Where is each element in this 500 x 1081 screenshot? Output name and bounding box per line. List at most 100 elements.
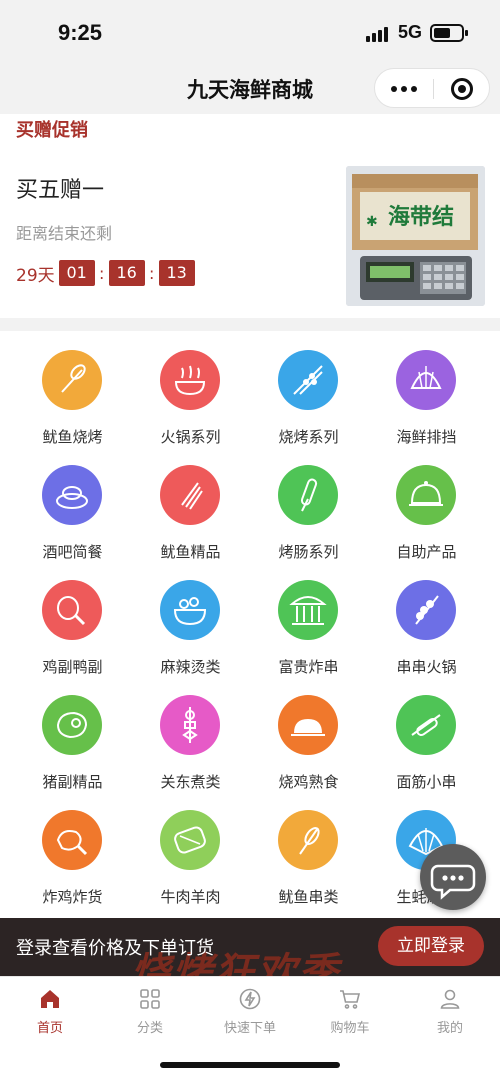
category-label: 关东煮类 [160, 773, 221, 791]
category-label: 面筋小串 [396, 773, 457, 791]
category-label: 烧烤系列 [278, 428, 339, 446]
capsule-divider [433, 79, 434, 99]
squid-skewer-icon [42, 350, 102, 410]
status-time: 9:25 [58, 20, 103, 45]
category-label: 酒吧简餐 [42, 543, 103, 561]
hotpot-icon [160, 350, 220, 410]
category-label: 牛肉羊肉 [160, 888, 221, 906]
promo-card[interactable]: 买赠促销 买五赠一 距离结束还剩 29天 01 : 16 : 13 ✱ 海带结 [0, 114, 500, 318]
countdown-days: 29天 [16, 265, 55, 286]
category-item[interactable]: 串串火锅 [364, 561, 489, 676]
more-icon[interactable] [375, 69, 433, 109]
tab-label: 我的 [436, 1021, 463, 1036]
meat-icon [42, 695, 102, 755]
category-item[interactable]: 自助产品 [364, 446, 489, 561]
chat-bubble-icon[interactable] [420, 844, 486, 910]
tab-cart[interactable]: 购物车 [300, 985, 400, 1045]
category-item[interactable]: 烧鸡熟食 [246, 676, 371, 791]
countdown-separator: : [148, 263, 155, 283]
category-item[interactable]: 海鲜排挡 [364, 331, 489, 446]
category-label: 炸鸡炸货 [42, 888, 103, 906]
category-item[interactable]: 炸鸡炸货 [10, 791, 135, 906]
battery-icon [430, 24, 468, 42]
category-item[interactable]: 烤肠系列 [246, 446, 371, 561]
nav-bar: 九天海鲜商城 [0, 62, 500, 114]
category-label: 鸡副鸭副 [42, 658, 103, 676]
tab-quick-order[interactable]: 快速下单 [200, 985, 300, 1045]
promo-image-text: 海带结 [388, 204, 454, 230]
category-grid: 鱿鱼烧烤 火锅系列 烧烤系列 海鲜排挡酒吧简餐 鱿鱼精品 烤肠系列 自助产品鸡副鸭副 麻辣烫类… [0, 331, 500, 921]
category-label: 自助产品 [396, 543, 457, 561]
login-button[interactable]: 立即登录 [378, 926, 484, 966]
lightning-icon [239, 988, 261, 1010]
category-label: 猪副精品 [42, 773, 103, 791]
tab-category[interactable]: 分类 [100, 985, 200, 1045]
meat-roll-icon [160, 810, 220, 870]
category-label: 鱿鱼精品 [160, 543, 221, 561]
snack-plate-icon [42, 465, 102, 525]
status-bar: 9:25 5G [0, 0, 500, 62]
squid-kebab-icon [278, 810, 338, 870]
category-item[interactable]: 鱿鱼烧烤 [10, 331, 135, 446]
category-item[interactable]: 猪副精品 [10, 676, 135, 791]
login-prompt: 登录查看价格及下单订货 [16, 938, 214, 959]
home-indicator [160, 1062, 340, 1068]
category-item[interactable]: 鱿鱼串类 [246, 791, 371, 906]
squid-icon [160, 465, 220, 525]
user-icon [440, 989, 460, 1009]
category-item[interactable]: 富贵炸串 [246, 561, 371, 676]
home-icon [41, 990, 59, 1008]
mini-program-capsule [374, 68, 490, 108]
drumstick-icon [42, 580, 102, 640]
category-item[interactable]: 鱿鱼精品 [128, 446, 253, 561]
category-label: 串串火锅 [396, 658, 457, 676]
countdown-hours: 01 [58, 260, 95, 286]
tab-profile[interactable]: 我的 [400, 985, 500, 1045]
bead-skewer-icon [396, 580, 456, 640]
signal-icon [366, 26, 390, 42]
svg-text:✱: ✱ [366, 214, 378, 230]
tab-label: 分类 [136, 1021, 163, 1036]
cart-icon [340, 990, 361, 1009]
category-item[interactable]: 牛肉羊肉 [128, 791, 253, 906]
login-banner: 烧烤狂欢季 登录查看价格及下单订货 立即登录 [0, 918, 500, 976]
category-label: 海鲜排挡 [396, 428, 457, 446]
category-grid-icon [140, 989, 160, 1009]
countdown-minutes: 16 [108, 260, 145, 286]
countdown-separator: : [98, 263, 105, 283]
category-item[interactable]: 烧烤系列 [246, 331, 371, 446]
tab-label: 快速下单 [223, 1021, 276, 1036]
category-item[interactable]: 面筋小串 [364, 676, 489, 791]
oden-icon [160, 695, 220, 755]
promo-heading: 买赠促销 [16, 120, 88, 141]
tab-home[interactable]: 首页 [0, 985, 100, 1045]
category-label: 火锅系列 [160, 428, 221, 446]
promo-product-image[interactable]: ✱ 海带结 [346, 166, 485, 306]
category-label: 鱿鱼烧烤 [42, 428, 103, 446]
roast-chicken-icon [278, 695, 338, 755]
category-item[interactable]: 鸡副鸭副 [10, 561, 135, 676]
category-label: 鱿鱼串类 [278, 888, 339, 906]
cloche-icon [396, 465, 456, 525]
category-label: 烧鸡熟食 [278, 773, 339, 791]
temple-icon [278, 580, 338, 640]
category-label: 麻辣烫类 [160, 658, 221, 676]
category-item[interactable]: 火锅系列 [128, 331, 253, 446]
network-type: 5G [398, 22, 423, 42]
category-item[interactable]: 麻辣烫类 [128, 561, 253, 676]
gluten-skewer-icon [396, 695, 456, 755]
category-label: 富贵炸串 [278, 658, 339, 676]
category-item[interactable]: 酒吧简餐 [10, 446, 135, 561]
bowl-icon [160, 580, 220, 640]
close-target-icon[interactable] [451, 78, 473, 100]
tab-label: 购物车 [330, 1021, 370, 1036]
category-item[interactable]: 关东煮类 [128, 676, 253, 791]
fried-chicken-icon [42, 810, 102, 870]
category-label: 烤肠系列 [278, 543, 339, 561]
tab-label: 首页 [36, 1021, 63, 1036]
skewers-icon [278, 350, 338, 410]
shell-icon [396, 350, 456, 410]
promo-subtitle: 距离结束还剩 [16, 224, 113, 243]
countdown: 29天 01 : 16 : 13 [16, 260, 195, 286]
countdown-seconds: 13 [158, 260, 195, 286]
